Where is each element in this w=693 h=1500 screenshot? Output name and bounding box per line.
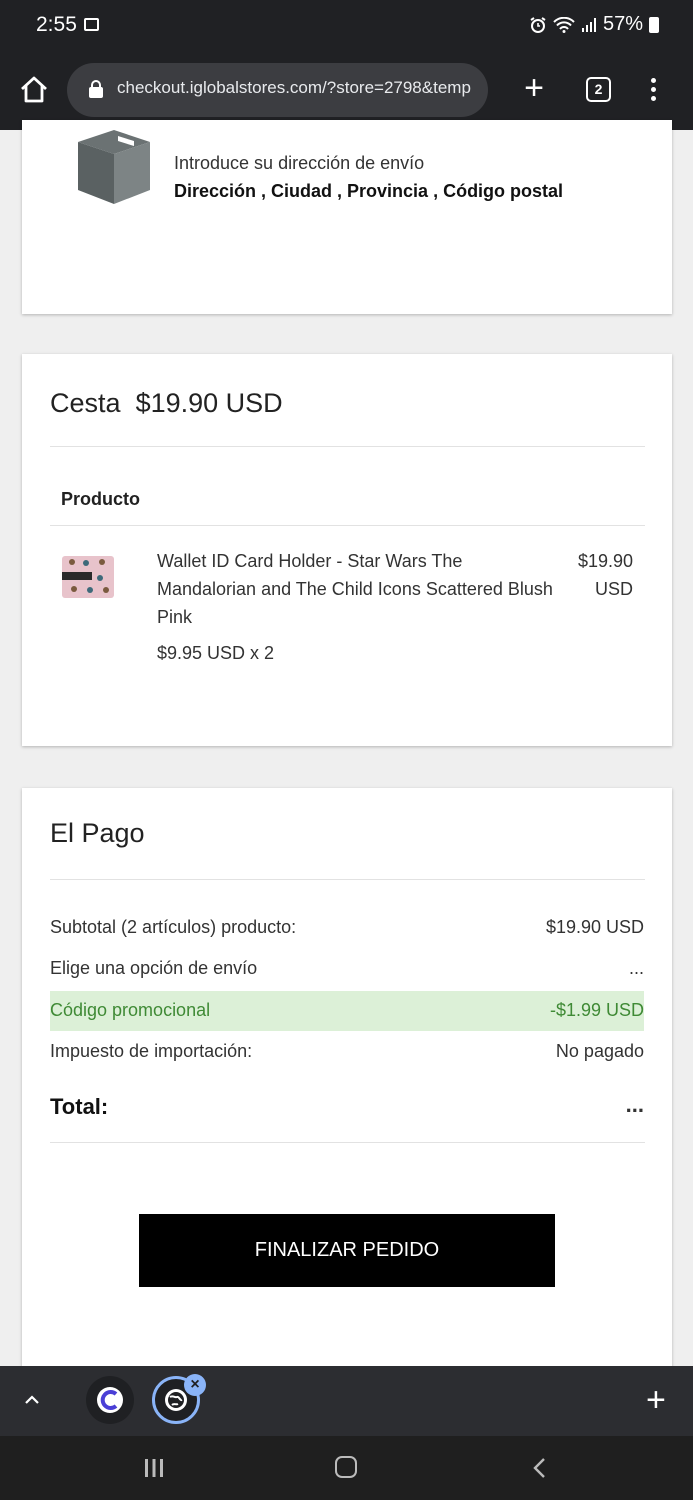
product-unit-price: $9.95 USD x 2 [157, 643, 275, 663]
divider [50, 1142, 645, 1143]
chevron-up-icon[interactable] [24, 1392, 40, 1408]
basket-label: Cesta [50, 388, 121, 418]
new-tab-icon[interactable]: + [646, 1380, 666, 1420]
finish-order-button[interactable]: FINALIZAR PEDIDO [139, 1214, 555, 1287]
battery-percent: 57% [602, 13, 643, 35]
browser-toolbar: checkout.iglobalstores.com/?store=2798&t… [0, 54, 693, 130]
product-column-header: Producto [61, 489, 140, 509]
new-tab-icon[interactable]: + [520, 71, 548, 105]
row-label: Impuesto de importación: [50, 1041, 253, 1061]
product-price-amount: $19.90 [577, 551, 633, 571]
shipping-box-icon [78, 130, 150, 204]
basket-card: Cesta $19.90 USD Producto Wallet ID Card… [22, 354, 672, 746]
shipping-address-card[interactable]: Introduce su dirección de envío Direcció… [22, 120, 672, 314]
row-value: -$1.99 USD [549, 1000, 644, 1020]
basket-title: Cesta $19.90 USD [50, 388, 283, 419]
back-icon[interactable] [530, 1456, 550, 1480]
status-time: 2:55 [36, 13, 77, 36]
product-price-currency: USD [594, 579, 633, 599]
site-favicon [97, 1387, 123, 1413]
home-icon[interactable] [18, 74, 50, 106]
address-fields: Dirección , Ciudad , Provincia , Código … [174, 181, 564, 201]
product-name: Wallet ID Card Holder - Star Wars The Ma… [157, 551, 553, 627]
product-thumbnail [62, 556, 114, 598]
promo-code-row: Código promocional -$1.99 USD [50, 991, 644, 1031]
row-value: No pagado [555, 1041, 644, 1061]
tab-switcher-icon[interactable]: 2 [586, 77, 611, 102]
row-value: ... [628, 958, 644, 978]
divider [50, 446, 645, 447]
total-label: Total: [50, 1094, 109, 1119]
battery-icon [649, 16, 659, 33]
import-tax-row: Impuesto de importación: No pagado [50, 1032, 644, 1072]
subtotal-row: Subtotal (2 artículos) producto: $19.90 … [50, 908, 644, 948]
signal-icon [581, 17, 596, 32]
divider [50, 525, 645, 526]
payment-title: El Pago [50, 818, 145, 848]
total-value: ... [625, 1092, 644, 1117]
address-prompt: Introduce su dirección de envío [174, 153, 425, 173]
row-label: Código promocional [50, 1000, 211, 1020]
alarm-icon [530, 16, 546, 33]
overflow-menu-icon[interactable] [647, 78, 659, 104]
system-nav-bar [0, 1436, 693, 1500]
tab-thumbnail[interactable] [86, 1376, 134, 1424]
divider [50, 879, 645, 880]
close-icon[interactable]: × [184, 1374, 206, 1396]
image-icon [84, 18, 99, 31]
row-value: $19.90 USD [545, 917, 644, 937]
shipping-option-row[interactable]: Elige una opción de envío ... [50, 949, 644, 989]
url-text: checkout.iglobalstores.com/?store=2798&t… [117, 78, 471, 97]
basket-total: $19.90 USD [135, 388, 283, 418]
home-button[interactable] [335, 1456, 357, 1478]
recent-apps-icon[interactable] [143, 1458, 165, 1478]
status-indicators: 57% [529, 13, 659, 36]
address-bar[interactable]: checkout.iglobalstores.com/?store=2798&t… [67, 63, 488, 117]
row-label: Elige una opción de envío [50, 958, 258, 978]
total-row: Total: ... [50, 1088, 644, 1128]
wifi-icon [553, 16, 575, 33]
lock-icon [89, 80, 103, 98]
payment-card: El Pago Subtotal (2 artículos) producto:… [22, 788, 672, 1368]
row-label: Subtotal (2 artículos) producto: [50, 917, 297, 937]
product-price: $19.90 USD [552, 547, 633, 603]
tab-strip: × + [0, 1366, 693, 1436]
status-bar: 2:55 57% [0, 0, 693, 54]
